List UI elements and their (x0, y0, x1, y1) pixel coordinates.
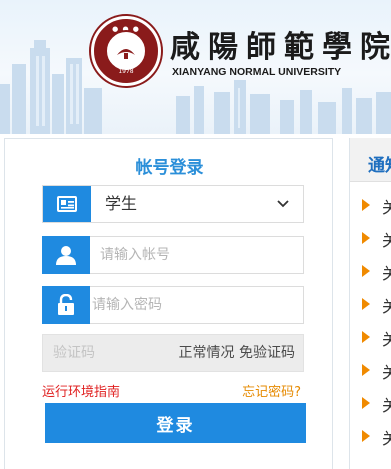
lock-icon (42, 286, 90, 324)
user-icon (42, 236, 90, 274)
captcha-status-text: 正常情况 免验证码 (178, 345, 295, 361)
notice-item[interactable]: 关 (362, 287, 391, 320)
arrow-right-icon (362, 298, 370, 310)
arrow-right-icon (362, 199, 370, 211)
school-name-chinese: 咸陽師範學院 (170, 30, 391, 65)
seal-year: 1978 (118, 68, 134, 75)
login-title: 帐号登录 (135, 158, 204, 178)
arrow-right-icon (362, 265, 370, 277)
arrow-right-icon (362, 331, 370, 343)
notice-item[interactable]: 关 (362, 320, 391, 353)
arrow-right-icon (362, 397, 370, 409)
id-card-icon (43, 186, 91, 222)
arrow-right-icon (362, 232, 370, 244)
notice-item[interactable]: 关 (362, 221, 391, 254)
captcha-input[interactable]: 验证码 正常情况 免验证码 (42, 334, 304, 372)
account-field[interactable]: 请输入帐号 (42, 236, 304, 274)
password-input[interactable]: 请输入密码 (90, 286, 304, 324)
notice-item[interactable]: 关 (362, 386, 391, 419)
notice-header: 通知 (350, 138, 391, 182)
notice-list: 关 关 关 关 关 关 关 关 (362, 188, 391, 452)
captcha-placeholder: 验证码 (53, 345, 95, 361)
account-placeholder: 请输入帐号 (100, 247, 170, 263)
school-name-english: XIANYANG NORMAL UNIVERSITY (172, 66, 342, 78)
notice-title: 通知 (368, 156, 391, 176)
notice-item[interactable]: 关 (362, 188, 391, 221)
login-panel: 帐号登录 学生 请输入帐号 请输入密码 验证码 正常情况 免验证码 运行环境指南… (4, 138, 333, 469)
role-select[interactable]: 学生 (42, 185, 304, 223)
notice-item[interactable]: 关 (362, 353, 391, 386)
chevron-down-icon (277, 200, 289, 208)
notice-panel: 通知 关 关 关 关 关 关 关 (349, 138, 391, 469)
login-button[interactable]: 登录 (45, 403, 306, 443)
role-select-value: 学生 (105, 194, 138, 213)
university-seal-logo: ● ● ● 1978 (91, 16, 161, 86)
arrow-right-icon (362, 364, 370, 376)
account-input[interactable]: 请输入帐号 (90, 236, 304, 274)
password-placeholder: 请输入密码 (92, 297, 162, 313)
seal-inner (105, 30, 147, 72)
password-field[interactable]: 请输入密码 (42, 286, 304, 324)
notice-item[interactable]: 关 (362, 419, 391, 452)
forgot-password-link[interactable]: 忘记密码? (242, 381, 301, 400)
arrow-right-icon (362, 430, 370, 442)
env-guide-link[interactable]: 运行环境指南 (42, 381, 120, 400)
header-banner: ● ● ● 1978 咸陽師範學院 XIANYANG NORMAL UNIVER… (0, 0, 391, 134)
notice-item[interactable]: 关 (362, 254, 391, 287)
seal-emblem-icon (117, 49, 135, 59)
